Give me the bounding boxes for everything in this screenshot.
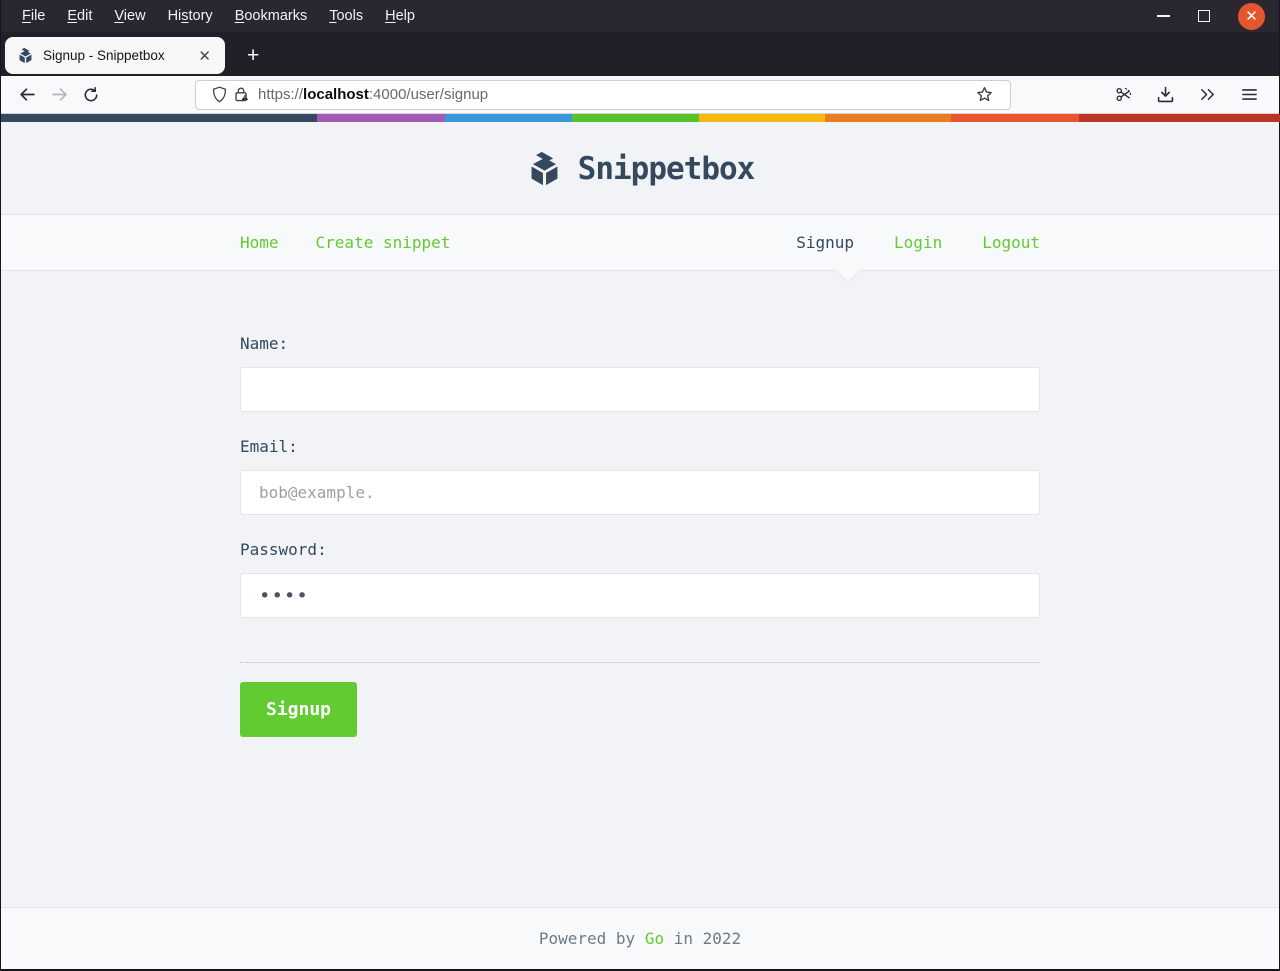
password-label: Password: — [240, 540, 327, 559]
menu-bookmarks[interactable]: Bookmarks — [224, 4, 319, 28]
site-nav: Home Create snippet Signup Login Logout — [1, 214, 1279, 282]
page-viewport: Snippetbox Home Create snippet Signup Lo… — [1, 122, 1279, 969]
menu-history[interactable]: History — [157, 4, 224, 28]
url-bar[interactable]: https://localhost:4000/user/signup — [195, 79, 1011, 110]
maximize-button[interactable] — [1198, 10, 1210, 22]
page-title: Snippetbox — [577, 150, 756, 187]
name-label: Name: — [240, 334, 289, 353]
theme-stripe — [1, 114, 1280, 122]
downloads-icon[interactable] — [1149, 81, 1181, 109]
menu-bar: File Edit View History Bookmarks Tools H… — [1, 0, 1279, 32]
url-text[interactable]: https://localhost:4000/user/signup — [258, 86, 968, 103]
toolbar-right-buttons — [1107, 81, 1269, 109]
email-input[interactable] — [240, 470, 1040, 515]
tab-close-icon[interactable]: ✕ — [192, 45, 217, 67]
menu-help[interactable]: Help — [374, 4, 426, 28]
form-divider — [240, 662, 1040, 663]
signup-form-section: Name: Email: Password: Signup — [1, 271, 1279, 907]
signup-submit-button[interactable]: Signup — [240, 682, 358, 737]
window-controls: ✕ — [1157, 2, 1279, 30]
nav-logout-link[interactable]: Logout — [982, 233, 1040, 252]
nav-right-links: Signup Login Logout — [796, 233, 1040, 252]
menu-file[interactable]: File — [11, 4, 56, 28]
signup-form: Name: Email: Password: Signup — [240, 271, 1040, 737]
screenshot-tool-icon[interactable] — [1107, 81, 1139, 109]
overflow-chevrons-icon[interactable] — [1191, 81, 1223, 109]
reload-button[interactable] — [75, 81, 107, 109]
name-input[interactable] — [240, 367, 1040, 412]
active-nav-caret — [836, 270, 860, 282]
site-header: Snippetbox — [1, 122, 1279, 214]
footer-text: Powered by Go in 2022 — [538, 929, 742, 948]
menu-view[interactable]: View — [103, 4, 156, 28]
hamburger-menu-icon[interactable] — [1233, 81, 1265, 109]
tab-favicon-box-icon — [17, 47, 34, 64]
email-label: Email: — [240, 437, 298, 456]
nav-create-snippet-link[interactable]: Create snippet — [316, 233, 451, 252]
back-button[interactable] — [11, 81, 43, 109]
menu-tools[interactable]: Tools — [318, 4, 374, 28]
navigation-toolbar: https://localhost:4000/user/signup — [1, 76, 1279, 114]
browser-window: File Edit View History Bookmarks Tools H… — [0, 0, 1280, 971]
tab-bar: Signup - Snippetbox ✕ + — [1, 32, 1279, 76]
connection-security-lock-icon[interactable] — [233, 86, 250, 103]
nav-left-links: Home Create snippet — [240, 233, 450, 252]
close-window-button[interactable]: ✕ — [1238, 2, 1265, 30]
nav-signup-link[interactable]: Signup — [796, 233, 854, 252]
nav-login-link[interactable]: Login — [894, 233, 942, 252]
tab-title: Signup - Snippetbox — [43, 48, 165, 63]
bookmark-star-icon[interactable] — [968, 81, 1000, 109]
site-footer: Powered by Go in 2022 — [1, 907, 1279, 969]
password-input[interactable] — [240, 573, 1040, 618]
nav-home-link[interactable]: Home — [240, 233, 279, 252]
tracking-protection-shield-icon[interactable] — [212, 86, 227, 103]
footer-go-link[interactable]: Go — [645, 929, 664, 948]
menu-edit[interactable]: Edit — [56, 4, 103, 28]
snippetbox-logo-box-icon — [526, 150, 563, 187]
new-tab-button[interactable]: + — [239, 44, 267, 68]
forward-button[interactable] — [43, 81, 75, 109]
tab-signup-snippetbox[interactable]: Signup - Snippetbox ✕ — [5, 37, 225, 74]
minimize-button[interactable] — [1157, 15, 1170, 17]
